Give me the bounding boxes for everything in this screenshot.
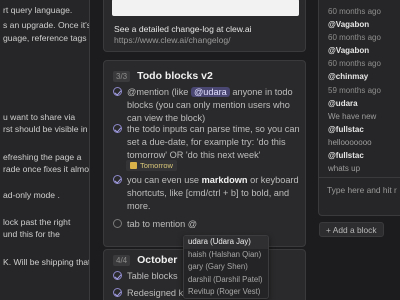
changelog-card: See a detailed change-log at clew.ai htt…	[103, 0, 306, 52]
mention-option[interactable]: udara (Udara Jay)	[184, 236, 268, 249]
add-block-button[interactable]: + Add a block	[319, 222, 384, 237]
chat-timestamp: 60 months ago	[328, 33, 381, 42]
calendar-icon	[130, 162, 137, 169]
todo-checkbox[interactable]	[113, 219, 122, 228]
left-text-line: u want to share via	[3, 112, 76, 122]
changelog-image	[112, 0, 299, 16]
left-text-line: ad-only mode .	[3, 190, 60, 200]
chat-author[interactable]: @chinmay	[328, 72, 368, 81]
october-progress-count: 4/4	[113, 254, 131, 266]
mention-option[interactable]: Revitup (Roger Vest)	[184, 286, 268, 298]
todo-item-text[interactable]: Table blocks	[127, 270, 178, 283]
todo-checkbox[interactable]	[113, 271, 122, 280]
chat-message: whats up	[328, 164, 361, 173]
october-block-title[interactable]: October	[137, 254, 177, 266]
todo-item-text[interactable]: you can even use markdown or keyboard sh…	[127, 174, 303, 212]
left-text-line: und this for the	[3, 229, 60, 239]
todo-checkbox[interactable]	[113, 288, 122, 297]
chat-author[interactable]: @fullstac	[328, 151, 364, 160]
todo-checkbox[interactable]	[113, 175, 122, 184]
todo-item: the todo inputs can parse time, so you c…	[113, 123, 303, 161]
mention-dropdown: udara (Udara Jay) haish (Halshan Qian) g…	[183, 235, 269, 299]
changelog-link[interactable]: https://www.clew.ai/changelog/	[114, 35, 231, 45]
left-text-line: rade once fixes it almost	[3, 164, 90, 174]
left-text-line: s an upgrade. Once it's	[3, 20, 90, 30]
todo-draft-row: tab to mention @	[113, 218, 303, 231]
todo-progress-count: 3/3	[113, 70, 131, 82]
todo-checkbox[interactable]	[113, 87, 122, 96]
chat-divider	[319, 177, 400, 178]
todo-block-card: 3/3 Todo blocks v2 @mention (like @udara…	[103, 60, 306, 247]
chat-input[interactable]	[327, 183, 400, 197]
due-date-label: Tomorrow	[140, 161, 173, 170]
mention-option[interactable]: darshil (Darshil Patel)	[184, 274, 268, 287]
user-mention[interactable]: @udara	[190, 87, 230, 97]
chat-timestamp: 60 months ago	[328, 59, 381, 68]
left-text-line: efreshing the page a	[3, 152, 82, 162]
chat-author[interactable]: @udara	[328, 99, 358, 108]
chat-timestamp: 60 months ago	[328, 7, 381, 16]
todo-item-text[interactable]: @mention (like @udara anyone in todo blo…	[127, 86, 303, 124]
left-text-line: rst should be visible in	[3, 124, 88, 134]
todo-block-header: 3/3 Todo blocks v2	[113, 70, 213, 82]
todo-item: @mention (like @udara anyone in todo blo…	[113, 86, 303, 124]
chat-author[interactable]: @fullstac	[328, 125, 364, 134]
chat-author[interactable]: @Vagabon	[328, 46, 369, 55]
todo-checkbox[interactable]	[113, 124, 122, 133]
todo-draft-input[interactable]: tab to mention @	[127, 218, 197, 231]
changelog-caption: See a detailed change-log at clew.ai	[114, 24, 252, 34]
left-text-line: rt query language.	[3, 5, 73, 15]
mention-option[interactable]: gary (Gary Shen)	[184, 261, 268, 274]
mention-option[interactable]: haish (Halshan Qian)	[184, 249, 268, 262]
chat-card: 60 months ago @Vagabon 60 months ago @Va…	[318, 0, 400, 216]
todo-item: you can even use markdown or keyboard sh…	[113, 174, 303, 212]
chat-message: hellooooooo	[328, 138, 372, 147]
left-block-card: rt query language. s an upgrade. Once it…	[0, 0, 90, 300]
chat-message: We have new	[328, 112, 377, 121]
todo-block-title[interactable]: Todo blocks v2	[137, 70, 213, 82]
chat-timestamp: 59 months ago	[328, 86, 381, 95]
chat-author[interactable]: @Vagabon	[328, 20, 369, 29]
left-text-line: lock past the right	[3, 217, 71, 227]
left-text-line: guage, reference tags	[3, 33, 87, 43]
october-block-header: 4/4 October	[113, 254, 177, 266]
left-text-line: K. Will be shipping that	[3, 257, 90, 267]
due-date-chip[interactable]: Tomorrow	[126, 160, 177, 171]
todo-item-text[interactable]: the todo inputs can parse time, so you c…	[127, 123, 303, 161]
